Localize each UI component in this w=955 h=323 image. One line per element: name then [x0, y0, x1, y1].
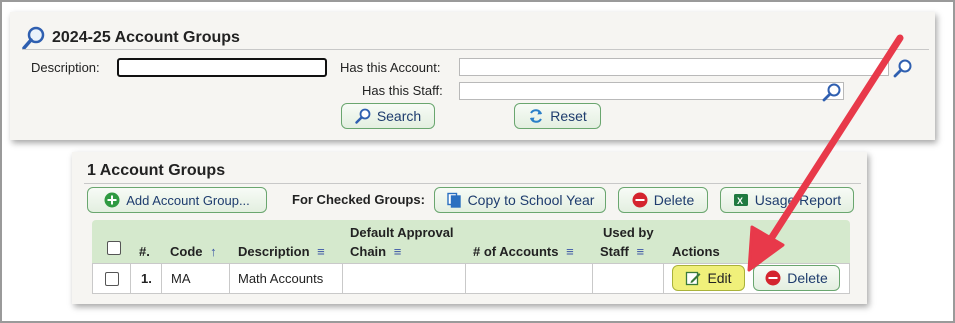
col-description-label: Description	[238, 244, 310, 259]
search-button-label: Search	[376, 108, 422, 124]
description-label: Description:	[31, 60, 100, 75]
title-divider	[22, 49, 929, 50]
staff-lookup-icon[interactable]	[822, 82, 842, 102]
has-staff-input[interactable]	[459, 82, 844, 100]
search-title-text: 2024-25 Account Groups	[52, 29, 240, 46]
edit-icon	[686, 271, 701, 286]
edit-button[interactable]: Edit	[672, 265, 745, 291]
delete-checked-button[interactable]: Delete	[618, 187, 708, 213]
reset-button[interactable]: Reset	[514, 103, 601, 129]
filter-icon[interactable]: ≡	[394, 244, 402, 259]
search-title: 2024-25 Account Groups	[22, 26, 240, 50]
row-code: MA	[162, 264, 230, 293]
select-all-checkbox[interactable]	[107, 241, 121, 255]
col-accounts[interactable]: # of Accounts ≡	[473, 244, 574, 259]
excel-icon: X	[733, 194, 748, 206]
grid-panel: 1 Account Groups Add Account Group... Fo…	[72, 152, 867, 304]
row-approval	[343, 264, 466, 293]
row-checkbox[interactable]	[104, 271, 119, 286]
table-header: #. Code ↑ Description ≡ Default Approval…	[92, 220, 850, 263]
delete-button-label: Delete	[653, 192, 695, 208]
row-description: Math Accounts	[230, 264, 343, 293]
col-code-label: Code	[170, 244, 203, 259]
delete-icon	[632, 192, 648, 208]
col-description[interactable]: Description ≡	[238, 244, 325, 259]
add-account-group-button[interactable]: Add Account Group...	[87, 187, 267, 213]
magnifier-icon	[22, 26, 45, 50]
row-accounts	[466, 264, 593, 293]
col-staff-line1: Used by	[603, 225, 654, 240]
col-accounts-label: # of Accounts	[473, 244, 559, 259]
grid-title: 1 Account Groups	[87, 162, 226, 179]
row-checkbox-cell	[93, 264, 131, 293]
filter-icon[interactable]: ≡	[566, 244, 574, 259]
col-staff-label: Staff	[600, 244, 629, 259]
has-account-label: Has this Account:	[340, 60, 441, 75]
description-input[interactable]	[117, 58, 327, 77]
add-circle-icon	[104, 192, 120, 208]
account-lookup-icon[interactable]	[893, 58, 913, 78]
checked-groups-label: For Checked Groups:	[292, 192, 425, 207]
col-staff[interactable]: Staff ≡	[600, 244, 644, 259]
col-code[interactable]: Code ↑	[170, 244, 217, 259]
row-num: 1.	[131, 264, 162, 293]
account-groups-table: #. Code ↑ Description ≡ Default Approval…	[92, 220, 850, 296]
usage-report-button[interactable]: X Usage Report	[720, 187, 854, 213]
col-approval-line1: Default Approval	[350, 225, 454, 240]
copy-button-label: Copy to School Year	[467, 192, 595, 208]
search-panel: 2024-25 Account Groups Description: Has …	[10, 12, 935, 140]
sort-asc-icon[interactable]: ↑	[210, 244, 217, 259]
has-account-input[interactable]	[459, 58, 889, 76]
has-staff-label: Has this Staff:	[362, 83, 443, 98]
col-approval-label: Chain	[350, 244, 387, 259]
row-delete-button[interactable]: Delete	[753, 265, 840, 291]
filter-icon[interactable]: ≡	[637, 244, 645, 259]
row-staff	[593, 264, 664, 293]
edit-button-label: Edit	[707, 270, 732, 286]
reset-button-label: Reset	[550, 108, 587, 124]
copy-icon	[446, 192, 461, 208]
copy-to-school-year-button[interactable]: Copy to School Year	[434, 187, 606, 213]
refresh-icon	[530, 109, 543, 123]
col-num: #.	[139, 244, 150, 259]
delete-icon	[765, 270, 781, 286]
col-actions: Actions	[672, 244, 720, 259]
usage-button-label: Usage Report	[754, 192, 842, 208]
col-approval[interactable]: Chain ≡	[350, 244, 401, 259]
add-button-label: Add Account Group...	[126, 192, 250, 208]
svg-text:X: X	[737, 196, 743, 206]
row-delete-label: Delete	[787, 270, 828, 286]
filter-icon[interactable]: ≡	[317, 244, 325, 259]
search-icon	[355, 108, 371, 124]
grid-title-divider	[84, 183, 861, 184]
search-button[interactable]: Search	[341, 103, 435, 129]
